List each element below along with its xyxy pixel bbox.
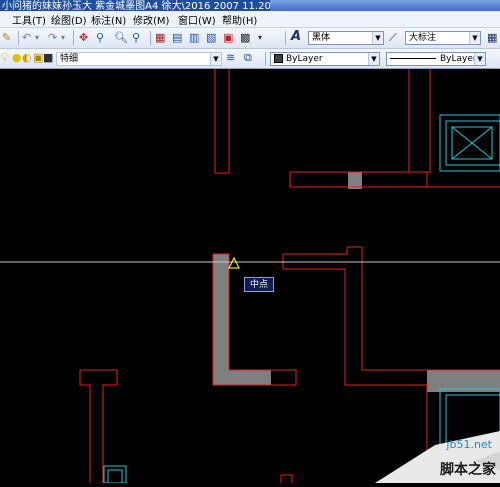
layer-select[interactable]: 特细 ▼ bbox=[56, 52, 222, 66]
layer-thaw-icon: ● bbox=[12, 51, 22, 64]
chevron-down-icon: ▼ bbox=[368, 53, 379, 65]
layer-on-icon: 💡︎ bbox=[1, 51, 9, 64]
menu-bar: 工具(T) 绘图(D) 标注(N) 修改(M) 窗口(W) 帮助(H) bbox=[0, 11, 500, 28]
design-center-icon[interactable]: ▤ bbox=[172, 31, 182, 45]
pan-icon[interactable]: ✥ bbox=[79, 31, 88, 45]
tool-palettes-icon[interactable]: ▥ bbox=[189, 31, 199, 45]
properties-icon[interactable]: ▦ bbox=[155, 31, 165, 45]
linetype-preview bbox=[390, 58, 436, 59]
zoom-window-icon[interactable]: 🔍︎ bbox=[114, 31, 128, 45]
fixture-outline bbox=[103, 465, 127, 484]
window-title: 小问猪的妹妹孙玉大 紫金城墨图A4 徐大\2016 2007 11.20-1.d… bbox=[2, 1, 309, 11]
layer-properties-manager-icon[interactable]: ≋ bbox=[226, 51, 235, 65]
zoom-realtime-icon[interactable]: ⚲ bbox=[96, 31, 104, 45]
wall-fill bbox=[213, 254, 229, 385]
wall-outline bbox=[214, 69, 230, 174]
watermark-brand: 脚本之家 bbox=[440, 462, 496, 478]
toolbar-overflow-icon[interactable]: ▾ bbox=[258, 31, 262, 45]
layer-color-icon: ■ bbox=[43, 51, 54, 64]
chevron-down-icon: ▼ bbox=[372, 32, 383, 44]
chevron-down-icon: ▼ bbox=[469, 32, 480, 44]
match-properties-icon[interactable]: ✎ bbox=[2, 31, 11, 45]
color-value: ByLayer bbox=[286, 54, 323, 64]
color-swatch bbox=[274, 54, 283, 63]
menu-modify[interactable]: 修改(M) bbox=[133, 12, 169, 27]
redo-icon[interactable]: ↷ bbox=[48, 31, 57, 45]
toolbar-separator bbox=[150, 31, 151, 45]
dimension-style-icon[interactable]: ⟋ bbox=[389, 31, 397, 45]
zoom-previous-icon[interactable]: ⚲ bbox=[132, 31, 140, 45]
text-style-value: 黑体 bbox=[312, 33, 331, 43]
text-style-icon[interactable]: A bbox=[291, 30, 301, 44]
watermark: jb51.net 脚本之家 bbox=[375, 431, 500, 483]
table-style-icon[interactable]: ▦ bbox=[487, 31, 497, 45]
toolbar-separator bbox=[265, 52, 266, 66]
title-bar: 小问猪的妹妹孙玉大 紫金城墨图A4 徐大\2016 2007 11.20-1.d… bbox=[0, 0, 500, 11]
menu-draw[interactable]: 绘图(D) bbox=[51, 12, 87, 27]
layer-unlock-icon: ◐ bbox=[22, 51, 32, 64]
make-object-layer-current-icon[interactable]: ⧉ bbox=[244, 51, 252, 65]
current-layer-value: 特细 bbox=[60, 54, 79, 64]
markup-icon[interactable]: ▣ bbox=[223, 31, 233, 45]
wall-outline bbox=[289, 172, 500, 188]
dimension-style-value: 大标注 bbox=[409, 33, 437, 43]
wall-outline-group bbox=[79, 69, 500, 483]
drawing-svg bbox=[0, 69, 500, 484]
midpoint-snap-marker bbox=[228, 256, 240, 269]
menu-tools[interactable]: 工具(T) bbox=[12, 12, 46, 27]
chevron-down-icon: ▼ bbox=[210, 53, 221, 65]
chevron-down-icon: ▼ bbox=[474, 53, 485, 65]
sheet-set-icon[interactable]: ▧ bbox=[206, 31, 216, 45]
redo-dropdown-icon[interactable]: ▾ bbox=[61, 31, 65, 45]
fixture-outline bbox=[439, 114, 500, 172]
dimension-style-select[interactable]: 大标注 ▼ bbox=[405, 31, 481, 45]
snap-triangle bbox=[228, 256, 240, 269]
watermark-site: jb51.net bbox=[446, 438, 492, 451]
standard-toolbar: ✎ ↶ ▾ ↷ ▾ ✥ ⚲ 🔍︎ ⚲ ▦ ▤ ▥ ▧ ▣ ▩ ▾ A 黑体 ▼ … bbox=[0, 28, 500, 49]
wall-outline bbox=[79, 370, 91, 483]
menu-window[interactable]: 窗口(W) bbox=[178, 12, 216, 27]
fixture-inner bbox=[107, 469, 123, 484]
toolbar-separator bbox=[18, 31, 19, 45]
wall-outline bbox=[281, 474, 293, 483]
toolbar-separator bbox=[73, 31, 74, 45]
menu-dimension[interactable]: 标注(N) bbox=[91, 12, 126, 27]
snap-tooltip: 中点 bbox=[244, 277, 274, 292]
wall-fill bbox=[348, 172, 362, 189]
toolbar-separator bbox=[285, 31, 286, 45]
drawing-canvas[interactable]: 中点 jb51.net 脚本之家 bbox=[0, 69, 500, 484]
layers-toolbar: 💡︎ ● ◐ ▣ ■ 特细 ▼ ≋ ⧉ ByLayer ▼ ByLayer ▼ bbox=[0, 49, 500, 69]
menu-help[interactable]: 帮助(H) bbox=[222, 12, 257, 27]
color-control-select[interactable]: ByLayer ▼ bbox=[270, 52, 380, 66]
calculator-icon[interactable]: ▩ bbox=[240, 31, 250, 45]
title-bar-right bbox=[270, 0, 500, 11]
linetype-value: ByLayer bbox=[440, 54, 477, 64]
fixture-group bbox=[103, 114, 500, 484]
text-style-select[interactable]: 黑体 ▼ bbox=[308, 31, 384, 45]
layer-plot-icon: ▣ bbox=[33, 51, 44, 64]
linetype-control-select[interactable]: ByLayer ▼ bbox=[386, 52, 486, 66]
undo-dropdown-icon[interactable]: ▾ bbox=[35, 31, 39, 45]
wall-outline bbox=[283, 246, 500, 371]
wall-fill bbox=[213, 370, 271, 385]
undo-icon[interactable]: ↶ bbox=[22, 31, 31, 45]
